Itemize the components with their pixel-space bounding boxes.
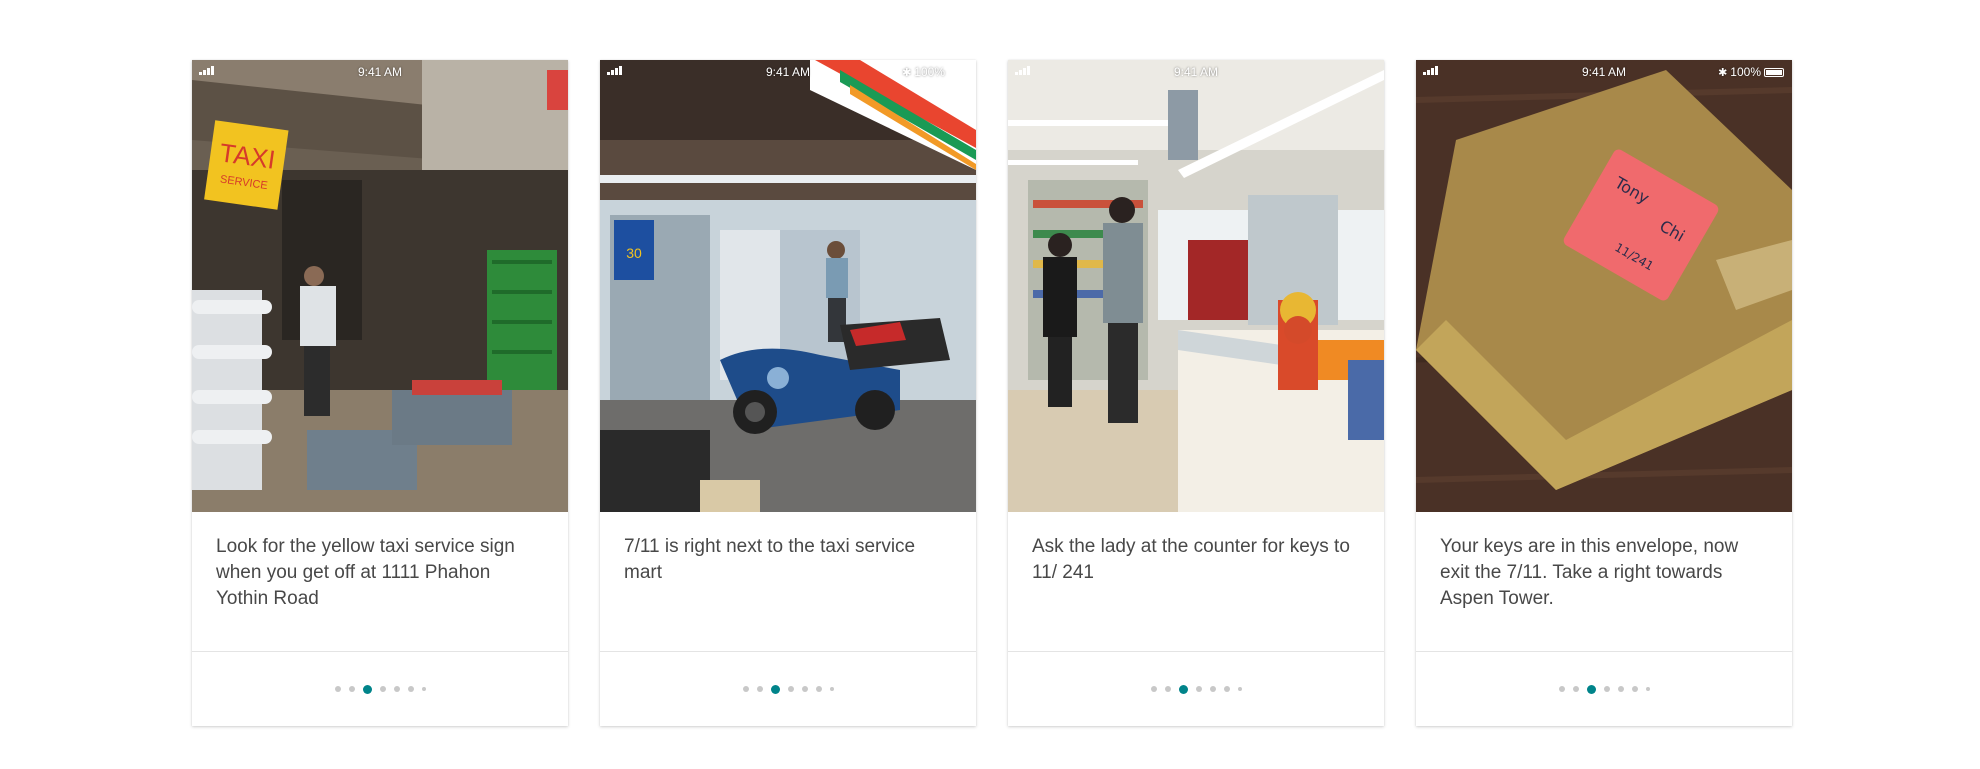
page-dot[interactable] — [407, 686, 414, 692]
status-time: 9:41 AM — [357, 65, 403, 79]
page-indicator[interactable] — [600, 652, 976, 726]
battery-percent: 100% — [914, 65, 945, 79]
envelope-photo: Tony Chi 11/241 — [1416, 60, 1792, 512]
page-dot[interactable] — [1645, 687, 1650, 691]
page-dot[interactable] — [1603, 686, 1610, 692]
page-dot[interactable] — [1631, 686, 1638, 692]
photo-taxi-service: TAXI SERVICE 9:41 AM — [192, 60, 568, 512]
page-dot[interactable] — [379, 686, 386, 692]
step-caption: Look for the yellow taxi service sign wh… — [192, 512, 568, 652]
page-dot-active[interactable] — [770, 684, 780, 694]
page-dot[interactable] — [393, 686, 400, 692]
page-indicator[interactable] — [1416, 652, 1792, 726]
photo-key-envelope: Tony Chi 11/241 9:41 AM ✱ 100% — [1416, 60, 1792, 512]
page-dot[interactable] — [815, 686, 822, 692]
counter-photo — [1008, 60, 1384, 512]
status-bar: 9:41 AM — [1008, 60, 1384, 82]
page-dot[interactable] — [348, 686, 355, 692]
promo-sign-text: 30 — [626, 245, 642, 261]
page-dot[interactable] — [829, 687, 834, 691]
page-dot-active[interactable] — [1586, 684, 1596, 694]
photo-seven-eleven-storefront: 30 9:41 AM ✱ 100% — [600, 60, 976, 512]
page-dot[interactable] — [801, 686, 808, 692]
page-dot-active[interactable] — [1178, 684, 1188, 694]
bluetooth-icon: ✱ — [902, 66, 912, 79]
page-dot[interactable] — [334, 686, 341, 692]
step-caption: Ask the lady at the counter for keys to … — [1008, 512, 1384, 652]
page-dot[interactable] — [421, 687, 426, 691]
page-dot[interactable] — [742, 686, 749, 692]
bluetooth-icon: ✱ — [1718, 66, 1728, 79]
step-caption: 7/11 is right next to the taxi service m… — [600, 512, 976, 652]
step-card-taxi-sign[interactable]: TAXI SERVICE 9:41 AM Look for the yellow… — [192, 60, 568, 726]
page-dot[interactable] — [1572, 686, 1579, 692]
page-dot[interactable] — [1164, 686, 1171, 692]
page-dot[interactable] — [1558, 686, 1565, 692]
battery-icon — [948, 67, 968, 77]
page-dot[interactable] — [1150, 686, 1157, 692]
page-indicator[interactable] — [192, 652, 568, 726]
status-bar: 9:41 AM ✱ 100% — [1416, 60, 1792, 82]
battery-icon — [1764, 67, 1784, 77]
page-dot[interactable] — [1195, 686, 1202, 692]
step-card-seven-eleven[interactable]: 30 9:41 AM ✱ 100% 7/11 is right next to … — [600, 60, 976, 726]
photo-store-counter: 9:41 AM — [1008, 60, 1384, 512]
page-dot[interactable] — [787, 686, 794, 692]
status-bar: 9:41 AM — [192, 60, 568, 82]
status-time: 9:41 AM — [1173, 65, 1219, 79]
page-dot[interactable] — [756, 686, 763, 692]
page-dot[interactable] — [1237, 687, 1242, 691]
step-caption: Your keys are in this envelope, now exit… — [1416, 512, 1792, 652]
page-dot[interactable] — [1209, 686, 1216, 692]
page-indicator[interactable] — [1008, 652, 1384, 726]
onboarding-cards: TAXI SERVICE 9:41 AM Look for the yellow… — [192, 60, 1792, 726]
page-dot-active[interactable] — [362, 684, 372, 694]
step-card-counter[interactable]: 9:41 AM Ask the lady at the counter for … — [1008, 60, 1384, 726]
taxi-service-photo: TAXI SERVICE — [192, 60, 568, 512]
battery-percent: 100% — [1730, 65, 1761, 79]
step-card-envelope[interactable]: Tony Chi 11/241 9:41 AM ✱ 100% Your keys… — [1416, 60, 1792, 726]
page-dot[interactable] — [1617, 686, 1624, 692]
page-dot[interactable] — [1223, 686, 1230, 692]
storefront-photo: 30 — [600, 60, 976, 512]
status-bar: 9:41 AM ✱ 100% — [600, 60, 976, 82]
status-right: ✱ 100% — [1718, 65, 1784, 79]
status-right: ✱ 100% — [902, 65, 968, 79]
